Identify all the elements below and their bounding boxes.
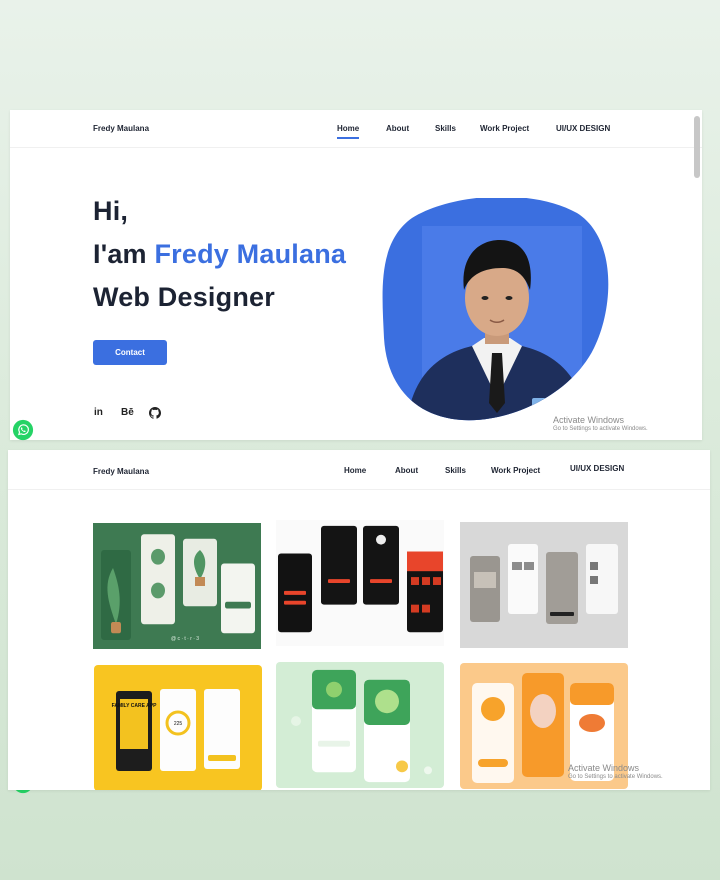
nav-item-skills[interactable]: Skills: [445, 466, 466, 475]
watermark-title: Activate Windows: [568, 763, 640, 773]
profile-blob: [382, 196, 609, 421]
watermark-title: Activate Windows: [553, 415, 625, 425]
linkedin-icon[interactable]: in: [94, 407, 103, 418]
watermark-subtitle: Go to Settings to activate Windows.: [568, 774, 663, 781]
project-card-vegetable-app[interactable]: [276, 662, 444, 788]
hero-name: Fredy Maulana: [154, 239, 347, 269]
projects-screenshot: Fredy Maulana Home About Skills Work Pro…: [8, 450, 710, 790]
project-card-plant-app[interactable]: @ c · t · r · 3: [93, 523, 261, 649]
brand-logo[interactable]: Fredy Maulana: [93, 124, 149, 133]
hero-role: Web Designer: [93, 282, 275, 312]
hero-intro-prefix: I'am: [93, 239, 155, 269]
nav-item-uiux-design[interactable]: UI/UX DESIGN: [570, 464, 624, 473]
nav-item-work-project[interactable]: Work Project: [491, 466, 540, 475]
windows-activation-watermark: Activate Windows Go to Settings to activ…: [568, 763, 663, 782]
profile-photo: [382, 196, 612, 423]
nav-item-work-project[interactable]: Work Project: [480, 124, 529, 133]
nav-item-uiux-design[interactable]: UI/UX DESIGN: [556, 124, 610, 133]
family-app-title: FAMILY CARE APP: [112, 703, 157, 709]
project-card-furniture-app[interactable]: [460, 522, 628, 648]
nav-item-home[interactable]: Home: [337, 124, 360, 139]
top-nav: Fredy Maulana Home About Skills Work Pro…: [10, 110, 702, 148]
nav-item-home[interactable]: Home: [344, 466, 366, 475]
svg-text:@ c · t · r · 3: @ c · t · r · 3: [171, 636, 199, 642]
whatsapp-icon[interactable]: [12, 419, 34, 441]
behance-icon[interactable]: Bē: [121, 407, 134, 418]
nav-item-about[interactable]: About: [395, 466, 418, 475]
top-nav: Fredy Maulana Home About Skills Work Pro…: [8, 450, 710, 490]
watermark-subtitle: Go to Settings to activate Windows.: [553, 426, 648, 433]
project-card-food-app[interactable]: [276, 520, 444, 646]
hero-screenshot: Fredy Maulana Home About Skills Work Pro…: [10, 110, 702, 440]
github-icon[interactable]: [149, 407, 161, 419]
contact-button[interactable]: Contact: [93, 340, 167, 365]
windows-activation-watermark: Activate Windows Go to Settings to activ…: [553, 415, 648, 434]
project-card-family-care-app[interactable]: FAMILY CARE APP 225: [94, 665, 262, 790]
hero-intro: I'am Fredy Maulana: [93, 239, 346, 270]
nav-item-skills[interactable]: Skills: [435, 124, 456, 133]
brand-logo[interactable]: Fredy Maulana: [93, 467, 149, 476]
hero-greeting: Hi,: [93, 196, 129, 226]
family-app-value: 225: [174, 721, 183, 727]
nav-item-about[interactable]: About: [386, 124, 409, 133]
scrollbar[interactable]: [694, 116, 700, 178]
